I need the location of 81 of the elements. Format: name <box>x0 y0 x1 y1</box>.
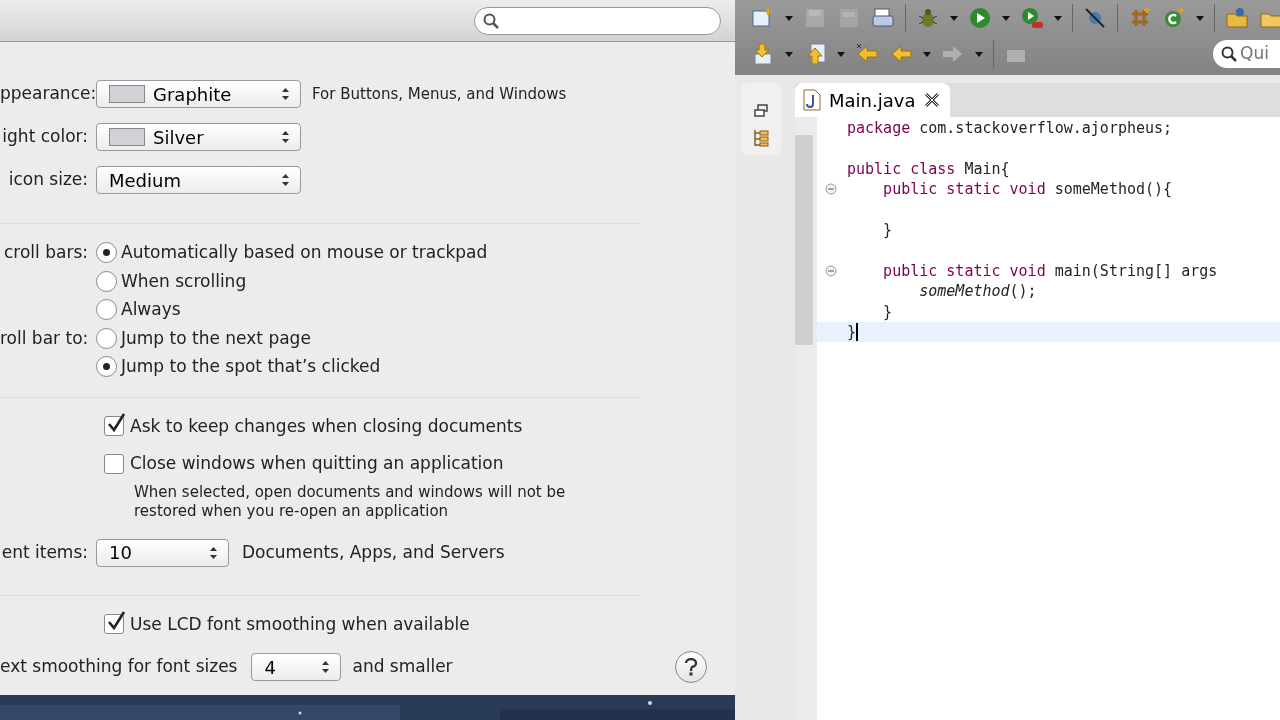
popup-menu[interactable]: Graphite <box>96 80 301 108</box>
field-note: For Buttons, Menus, and Windows <box>312 83 567 105</box>
radio-button[interactable] <box>96 270 117 292</box>
skip-breakpoints-icon[interactable] <box>1083 6 1107 30</box>
checkbox-label: Ask to keep changes when closing documents <box>130 414 523 438</box>
stepper-arrows-icon <box>281 87 290 101</box>
stepper-arrows-icon <box>281 173 290 187</box>
quick-access-field[interactable]: Qui <box>1213 40 1280 68</box>
last-edit-icon[interactable] <box>855 42 879 66</box>
field-label: ent items: <box>0 540 89 564</box>
stepper-arrows-icon <box>321 660 331 674</box>
help-button[interactable] <box>675 651 707 683</box>
stepper-arrows-icon <box>209 545 218 560</box>
print-icon[interactable] <box>871 6 895 30</box>
collapse-icon[interactable] <box>825 264 837 277</box>
code-line: public class Main{ <box>846 158 1010 180</box>
folder-icon[interactable] <box>1225 6 1249 30</box>
option-label: Always <box>121 298 181 321</box>
collapse-icon[interactable] <box>825 183 837 196</box>
run-config-icon[interactable] <box>1020 6 1044 30</box>
radio-button[interactable] <box>96 299 117 321</box>
quick-access-input[interactable]: Qui <box>1240 41 1280 67</box>
dropdown-arrow-icon[interactable] <box>785 51 793 57</box>
option-label: Automatically based on mouse or trackpad <box>121 241 488 264</box>
option-label: Jump to the next page <box>121 326 311 350</box>
checkbox[interactable] <box>104 614 124 635</box>
option-label: When scrolling <box>121 269 247 293</box>
new-window-icon[interactable] <box>751 6 775 30</box>
search-field[interactable] <box>474 6 721 35</box>
code-line: public static void main(String[] args <box>882 260 1218 282</box>
dropdown-arrow-icon[interactable] <box>950 15 958 21</box>
back-arrow-icon[interactable] <box>889 42 913 66</box>
dropdown-arrow-icon[interactable] <box>837 51 845 57</box>
field-label: ext smoothing for font sizes <box>0 655 238 679</box>
code-line: } <box>846 321 857 343</box>
question-mark-icon <box>684 658 698 676</box>
hint-text: When selected, open documents and windows will not be restored when you re-open an application <box>134 482 567 521</box>
run-icon[interactable] <box>968 6 992 30</box>
bug-icon[interactable] <box>916 6 940 30</box>
checkbox-label: Close windows when quitting an application <box>130 452 504 475</box>
dropdown-arrow-icon[interactable] <box>1196 15 1204 21</box>
radio-button[interactable] <box>96 242 117 264</box>
next-annotation-icon[interactable] <box>751 42 775 66</box>
checkbox[interactable] <box>104 416 124 437</box>
code-line: someMethod(); <box>918 281 1037 302</box>
search-icon <box>483 12 499 29</box>
field-note: and smaller <box>352 655 453 679</box>
checkbox[interactable] <box>104 453 124 474</box>
popup-menu[interactable]: Silver <box>96 123 301 151</box>
close-icon[interactable] <box>923 91 942 109</box>
search-icon <box>1221 46 1237 62</box>
field-note: Documents, Apps, and Servers <box>242 540 505 564</box>
hierarchy-icon[interactable] <box>752 129 770 147</box>
popup-menu[interactable]: Medium <box>96 166 301 194</box>
field-label: croll bars: <box>3 241 89 264</box>
code-line: } <box>882 219 893 241</box>
dropdown-arrow-icon[interactable] <box>975 51 983 57</box>
popup-menu[interactable]: 10 <box>96 538 229 567</box>
field-label: ight color: <box>1 125 89 149</box>
code-line: } <box>882 301 893 322</box>
radio-button[interactable] <box>96 327 117 349</box>
text-cursor <box>856 322 859 341</box>
dropdown-arrow-icon[interactable] <box>1002 15 1010 21</box>
code-line: public static void someMethod(){ <box>882 179 1173 200</box>
dropdown-arrow-icon[interactable] <box>923 51 931 57</box>
new-class-icon[interactable] <box>1162 6 1186 30</box>
field-label: icon size: <box>7 168 89 192</box>
dropdown-arrow-icon[interactable] <box>1054 15 1062 21</box>
radio-button[interactable] <box>96 356 117 378</box>
restore-icon[interactable] <box>753 103 769 119</box>
dropdown-arrow-icon[interactable] <box>785 15 793 21</box>
field-label: ppearance: <box>0 82 96 106</box>
java-file-icon <box>803 89 821 111</box>
stepper-arrows-icon <box>281 130 290 144</box>
editor-tab[interactable]: Main.java <box>795 83 950 117</box>
popup-menu[interactable]: 4 <box>251 653 342 681</box>
checkbox-label: Use LCD font smoothing when available <box>130 612 470 636</box>
code-line: package com.stackoverflow.ajorpheus; <box>846 118 1173 139</box>
tab-title: Main.java <box>829 88 916 113</box>
field-label: roll bar to: <box>0 326 90 350</box>
option-label: Jump to the spot that’s clicked <box>121 355 381 378</box>
